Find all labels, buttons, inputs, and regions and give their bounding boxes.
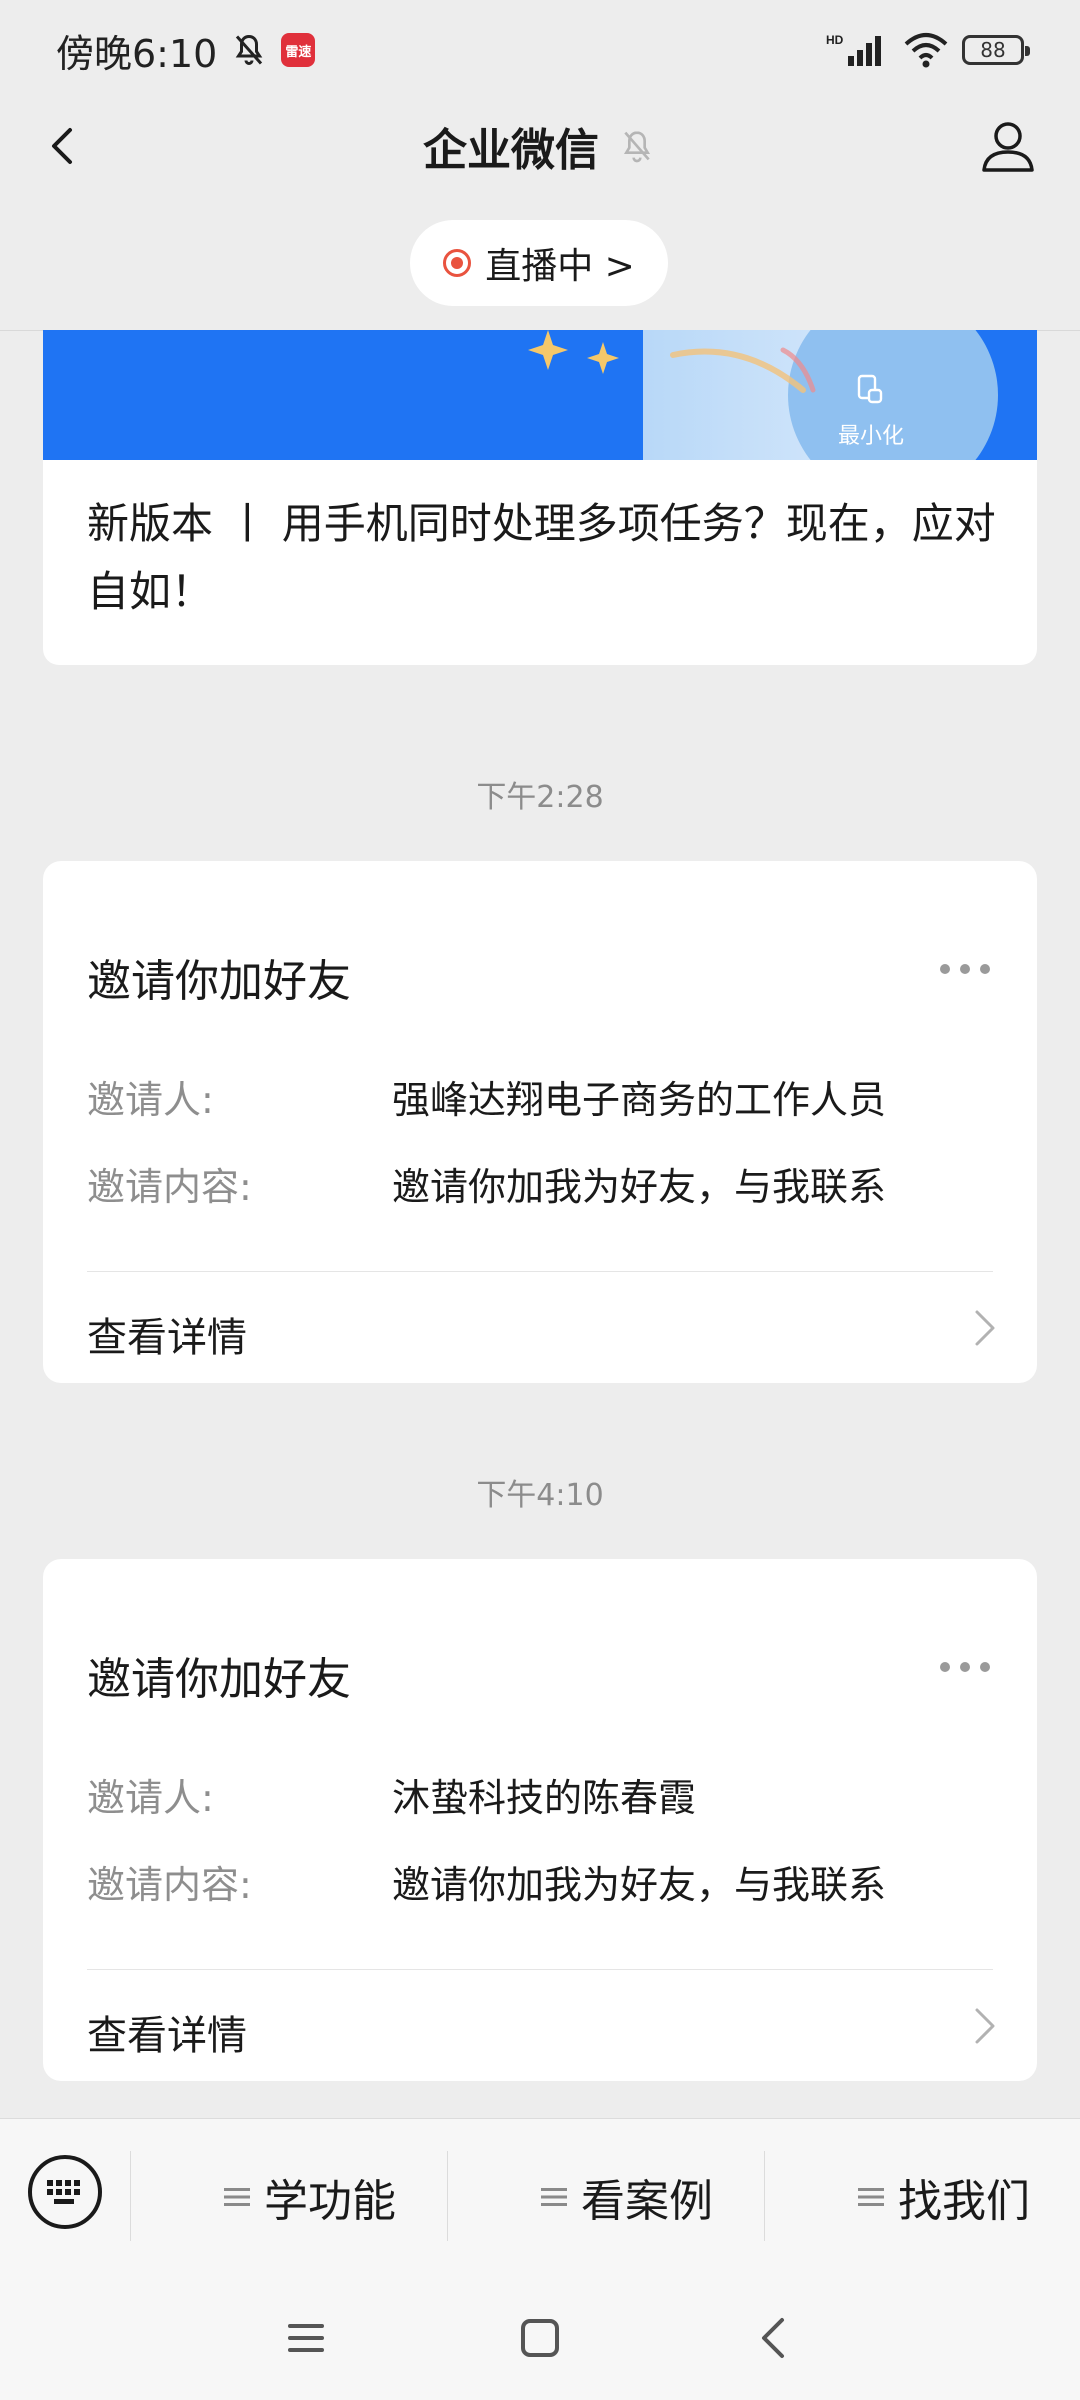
view-details-button[interactable]: 查看详情	[43, 1272, 1037, 1383]
menu-item-view-cases[interactable]: 看案例	[477, 2149, 777, 2245]
muted-bell-icon	[623, 131, 651, 163]
article-banner: 最小化	[43, 330, 1037, 460]
inviter-label: 邀请人:	[87, 1776, 214, 1820]
message-timestamp: 下午2:28	[476, 780, 604, 815]
status-right: HD 88	[826, 32, 1030, 68]
menu-item-learn-features[interactable]: 学功能	[160, 2149, 460, 2245]
nav-bar: 企业微信	[0, 100, 1080, 192]
back-arrow-icon[interactable]	[36, 118, 92, 174]
home-icon[interactable]	[516, 2314, 564, 2362]
menu-list-icon	[541, 2188, 567, 2206]
menu-item-label: 看案例	[581, 2176, 713, 2227]
message-timestamp: 下午4:10	[476, 1478, 604, 1513]
back-nav-icon[interactable]	[750, 2314, 798, 2362]
invite-content-label: 邀请内容:	[87, 1165, 252, 1209]
more-options-icon[interactable]	[937, 1659, 993, 1675]
friend-invite-card[interactable]: 邀请你加好友 邀请人: 沐蛰科技的陈春霞 邀请内容: 邀请你加我为好友，与我联系…	[43, 1559, 1037, 2081]
invite-content-label: 邀请内容:	[87, 1863, 252, 1907]
invite-content-value: 邀请你加我为好友，与我联系	[392, 1863, 887, 1907]
view-details-label: 查看详情	[87, 2013, 247, 2059]
banner-label: 最小化	[838, 424, 905, 449]
keyboard-toggle-button[interactable]	[28, 2155, 102, 2229]
live-stream-button[interactable]: 直播中 >	[410, 220, 668, 306]
minimize-icon	[857, 374, 883, 404]
menu-list-icon	[858, 2188, 884, 2206]
keyboard-icon	[47, 2180, 80, 2204]
wifi-icon	[904, 33, 948, 68]
inviter-value: 沐蛰科技的陈春霞	[392, 1776, 697, 1820]
network-type: HD	[826, 33, 844, 47]
page-title: 企业微信	[423, 125, 599, 176]
chevron-right-icon	[975, 1310, 995, 1346]
app-notification-icon: 雷速	[281, 33, 316, 67]
live-record-icon	[443, 249, 472, 277]
menu-list-icon	[224, 2188, 250, 2206]
system-navigation-bar	[0, 2274, 1080, 2400]
battery-indicator: 88	[962, 35, 1030, 65]
invite-content-value: 邀请你加我为好友，与我联系	[392, 1165, 887, 1209]
article-card[interactable]: 最小化 新版本 丨 用手机同时处理多项任务？现在，应对自如！	[43, 330, 1037, 665]
status-left: 傍晚6:10 雷速	[56, 23, 316, 78]
article-title: 新版本 丨 用手机同时处理多项任务？现在，应对自如！	[87, 499, 996, 616]
inviter-label: 邀请人:	[87, 1078, 214, 1122]
friend-invite-card[interactable]: 邀请你加好友 邀请人: 强峰达翔电子商务的工作人员 邀请内容: 邀请你加我为好友…	[43, 861, 1037, 1383]
status-time: 傍晚6:10	[56, 31, 218, 76]
view-details-label: 查看详情	[87, 1315, 247, 1361]
invite-title: 邀请你加好友	[87, 956, 351, 1007]
invite-title: 邀请你加好友	[87, 1654, 351, 1705]
profile-icon[interactable]	[976, 114, 1040, 178]
signal-icon: HD	[826, 33, 881, 66]
status-bar: 傍晚6:10 雷速 HD 88	[0, 0, 1080, 100]
menu-separator	[130, 2151, 131, 2241]
battery-level: 88	[980, 38, 1006, 62]
menu-item-contact-us[interactable]: 找我们	[794, 2149, 1080, 2245]
bottom-menu-bar: 学功能 看案例 找我们	[0, 2118, 1080, 2274]
notification-muted-icon	[236, 34, 263, 65]
menu-separator	[764, 2151, 765, 2241]
sparkle-decoration-icon	[528, 330, 619, 374]
live-label: 直播中 >	[485, 246, 635, 287]
menu-separator	[447, 2151, 448, 2241]
more-options-icon[interactable]	[937, 961, 993, 977]
menu-item-label: 找我们	[898, 2176, 1030, 2227]
menu-item-label: 学功能	[264, 2176, 396, 2227]
view-details-button[interactable]: 查看详情	[43, 1970, 1037, 2081]
brush-stroke-decoration-icon	[670, 347, 816, 393]
chevron-right-icon	[975, 2008, 995, 2044]
recent-apps-icon[interactable]	[282, 2314, 330, 2362]
inviter-value: 强峰达翔电子商务的工作人员	[392, 1078, 887, 1122]
